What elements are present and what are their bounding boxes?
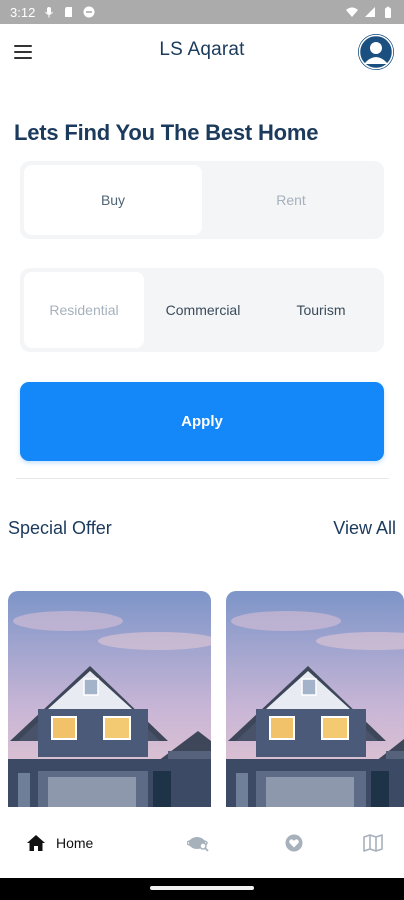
wifi-icon	[346, 7, 358, 17]
nav-map[interactable]	[342, 808, 404, 878]
tab-residential[interactable]: Residential	[24, 272, 144, 348]
section-title-special-offer: Special Offer	[8, 518, 112, 538]
signal-icon	[365, 7, 375, 17]
nav-explore[interactable]	[150, 808, 246, 878]
app-title: LS Aqarat	[159, 39, 245, 60]
home-icon	[27, 835, 45, 851]
tab-commercial[interactable]: Commercial	[144, 272, 262, 348]
divider	[16, 478, 389, 479]
nav-home[interactable]: Home	[0, 808, 120, 878]
listing-type-selector: Buy Rent	[20, 161, 384, 239]
app-bar: LS Aqarat	[0, 24, 404, 80]
mic-icon	[45, 7, 54, 18]
house-image	[8, 591, 211, 807]
view-all-link[interactable]: View All	[333, 518, 396, 539]
globe-search-icon	[187, 837, 209, 852]
nav-favorites[interactable]	[246, 808, 342, 878]
tab-tourism[interactable]: Tourism	[262, 272, 380, 348]
bottom-navigation: Home	[0, 808, 404, 878]
offer-card[interactable]	[226, 591, 404, 807]
nav-home-label: Home	[56, 835, 94, 851]
status-bar: 3:12	[0, 0, 404, 24]
sd-card-icon	[65, 7, 73, 17]
user-avatar-icon[interactable]	[358, 34, 394, 70]
house-image	[226, 591, 404, 807]
property-category-selector: Residential Commercial Tourism	[20, 268, 384, 352]
gesture-handle[interactable]	[150, 886, 254, 890]
map-icon	[363, 834, 383, 852]
tab-buy[interactable]: Buy	[24, 165, 202, 235]
tab-rent[interactable]: Rent	[202, 165, 380, 235]
apply-button[interactable]: Apply	[20, 382, 384, 461]
heart-icon	[285, 834, 303, 852]
offer-card[interactable]	[8, 591, 211, 807]
no-entry-icon	[83, 6, 95, 18]
battery-icon	[385, 6, 391, 18]
page-title: Lets Find You The Best Home	[14, 120, 319, 145]
status-time: 3:12	[10, 4, 36, 20]
